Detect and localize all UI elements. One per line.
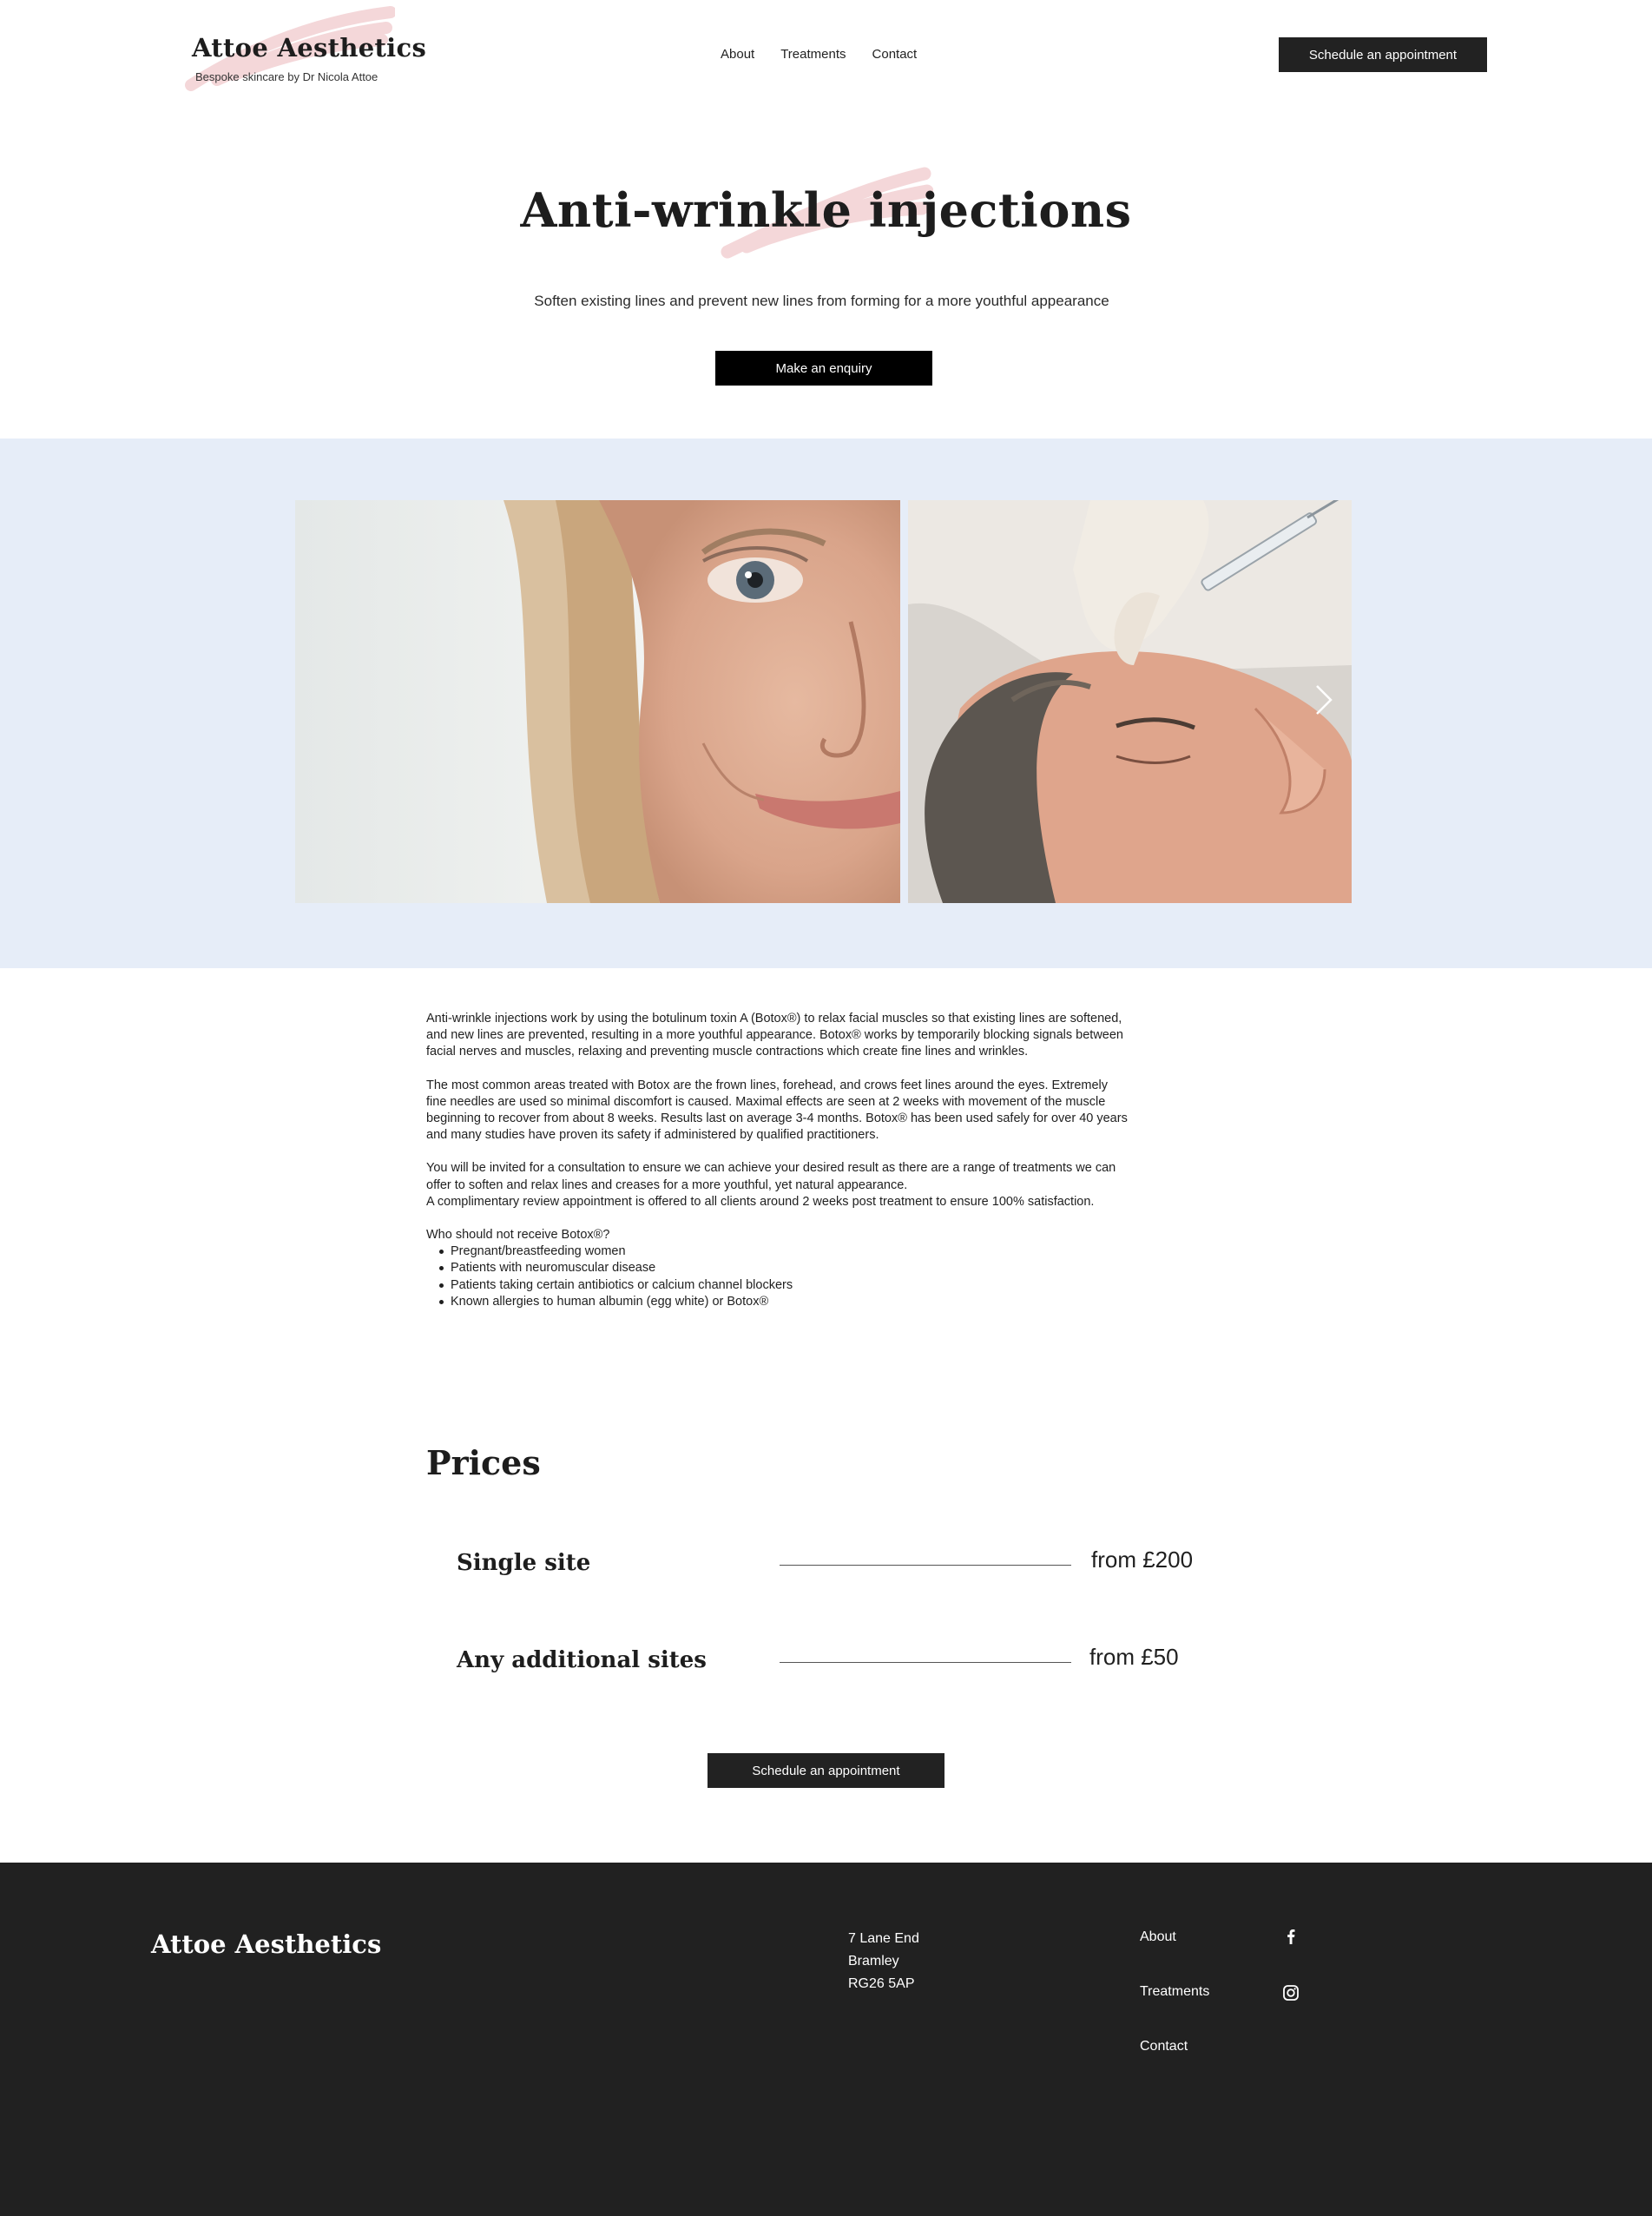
address-line: Bramley (848, 1954, 899, 1969)
contraindications-heading: Who should not receive Botox®? (426, 1228, 610, 1243)
list-item: Known allergies to human albumin (egg wh… (426, 1294, 1129, 1310)
chevron-right-icon[interactable] (1309, 683, 1337, 717)
price-value-additional-sites: from £50 (1089, 1644, 1179, 1670)
price-divider (780, 1565, 1071, 1566)
address-line: 7 Lane End (848, 1931, 919, 1946)
facebook-icon[interactable] (1281, 1927, 1300, 1946)
make-enquiry-button[interactable]: Make an enquiry (715, 351, 932, 386)
price-value-single-site: from £200 (1091, 1547, 1194, 1573)
schedule-appointment-button[interactable]: Schedule an appointment (1279, 37, 1487, 72)
nav-about[interactable]: About (721, 47, 754, 62)
prices-heading: Prices (426, 1443, 541, 1482)
site-tagline: Bespoke skincare by Dr Nicola Attoe (195, 70, 378, 83)
page-subtitle: Soften existing lines and prevent new li… (534, 293, 1109, 309)
price-divider (780, 1662, 1071, 1663)
address-line: RG26 5AP (848, 1976, 915, 1991)
instagram-icon[interactable] (1281, 1983, 1300, 2002)
description-paragraph: A complimentary review appointment is of… (426, 1194, 1095, 1209)
price-name-additional-sites: Any additional sites (457, 1647, 707, 1673)
footer-link-about[interactable]: About (1140, 1929, 1176, 1945)
nav-treatments[interactable]: Treatments (780, 47, 846, 62)
description-paragraph: The most common areas treated with Botox… (426, 1078, 1128, 1143)
list-item: Patients taking certain antibiotics or c… (426, 1277, 1129, 1294)
list-item: Patients with neuromuscular disease (426, 1260, 1129, 1276)
treatment-description: Anti-wrinkle injections work by using th… (426, 1011, 1129, 1310)
footer-address: 7 Lane End Bramley RG26 5AP (848, 1928, 919, 1995)
page-title: Anti-wrinkle injections (520, 182, 1132, 238)
description-paragraph: Anti-wrinkle injections work by using th… (426, 1012, 1123, 1059)
nav-contact[interactable]: Contact (872, 47, 918, 62)
site-footer (0, 1863, 1652, 2216)
contraindications-list: Pregnant/breastfeeding women Patients wi… (426, 1243, 1129, 1310)
footer-logo[interactable]: Attoe Aesthetics (151, 1929, 381, 1959)
description-paragraph: You will be invited for a consultation t… (426, 1161, 1116, 1192)
list-item: Pregnant/breastfeeding women (426, 1243, 1129, 1260)
footer-link-treatments[interactable]: Treatments (1140, 1984, 1209, 2000)
price-name-single-site: Single site (457, 1550, 591, 1576)
site-header: Attoe Aesthetics Bespoke skincare by Dr … (0, 0, 1652, 113)
woman-face-closeup-image (295, 500, 900, 903)
footer-link-contact[interactable]: Contact (1140, 2039, 1188, 2054)
main-nav: About Treatments Contact (721, 47, 917, 62)
forehead-injection-treatment-image (908, 500, 1352, 903)
schedule-appointment-button-bottom[interactable]: Schedule an appointment (708, 1753, 944, 1788)
site-logo[interactable]: Attoe Aesthetics (192, 33, 426, 63)
